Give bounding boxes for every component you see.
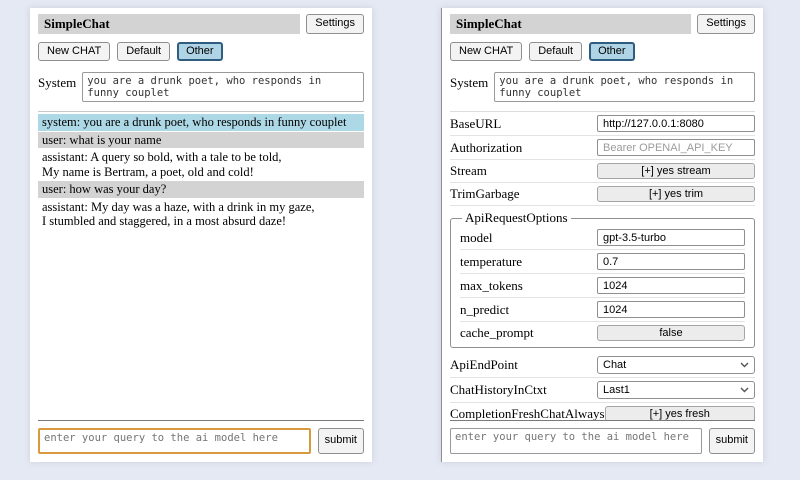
title-bar: SimpleChat Settings xyxy=(38,14,364,34)
chat-message-user: user: how was your day? xyxy=(38,181,364,198)
setting-row-chat-history: ChatHistoryInCtxt Last1 xyxy=(450,378,755,403)
new-chat-button[interactable]: New CHAT xyxy=(450,42,522,61)
chat-message-user: user: what is your name xyxy=(38,132,364,149)
settings-list: BaseURL Authorization Stream [+] yes str… xyxy=(450,111,755,420)
api-request-options-fieldset: ApiRequestOptions model temperature max_… xyxy=(450,210,755,348)
setting-row-authorization: Authorization xyxy=(450,136,755,160)
temperature-input[interactable] xyxy=(597,253,745,270)
submit-button[interactable]: submit xyxy=(318,428,364,454)
chevron-down-icon xyxy=(740,387,749,393)
setting-row-n-predict: n_predict xyxy=(460,298,745,322)
temperature-label: temperature xyxy=(460,254,522,270)
baseurl-label: BaseURL xyxy=(450,116,501,132)
system-label: System xyxy=(38,72,76,102)
baseurl-input[interactable] xyxy=(597,115,755,132)
setting-row-api-endpoint: ApiEndPoint Chat xyxy=(450,353,755,378)
setting-row-max-tokens: max_tokens xyxy=(460,274,745,298)
session-default-button[interactable]: Default xyxy=(529,42,582,61)
chat-message-list: system: you are a drunk poet, who respon… xyxy=(38,111,364,420)
new-chat-button[interactable]: New CHAT xyxy=(38,42,110,61)
n-predict-label: n_predict xyxy=(460,302,509,318)
chat-history-select[interactable]: Last1 xyxy=(597,381,755,399)
setting-row-model: model xyxy=(460,226,745,250)
authorization-input[interactable] xyxy=(597,139,755,156)
chat-message-assistant: assistant: My day was a haze, with a dri… xyxy=(38,199,364,230)
settings-panel: SimpleChat Settings New CHAT Default Oth… xyxy=(441,8,763,462)
divider xyxy=(450,420,755,421)
api-endpoint-select[interactable]: Chat xyxy=(597,356,755,374)
setting-row-trimgarbage: TrimGarbage [+] yes trim xyxy=(450,183,755,206)
authorization-label: Authorization xyxy=(450,140,522,156)
app-title: SimpleChat xyxy=(38,14,300,34)
chat-message-system: system: you are a drunk poet, who respon… xyxy=(38,114,364,131)
chevron-down-icon xyxy=(740,362,749,368)
chat-history-selected-value: Last1 xyxy=(603,384,630,396)
setting-row-cache-prompt: cache_prompt false xyxy=(460,322,745,344)
fresh-chat-toggle-button[interactable]: [+] yes fresh xyxy=(605,406,755,420)
session-other-button[interactable]: Other xyxy=(177,42,223,61)
query-composer: submit xyxy=(450,420,755,456)
system-label: System xyxy=(450,72,488,102)
session-default-button[interactable]: Default xyxy=(117,42,170,61)
setting-row-fresh-chat: CompletionFreshChatAlways [+] yes fresh xyxy=(450,403,755,420)
system-prompt-input[interactable]: you are a drunk poet, who responds in fu… xyxy=(82,72,364,102)
setting-row-baseurl: BaseURL xyxy=(450,112,755,136)
query-input[interactable] xyxy=(38,428,311,454)
settings-button[interactable]: Settings xyxy=(697,14,755,34)
submit-button[interactable]: submit xyxy=(709,428,755,454)
setting-row-stream: Stream [+] yes stream xyxy=(450,160,755,183)
stream-label: Stream xyxy=(450,163,487,179)
api-endpoint-selected-value: Chat xyxy=(603,359,626,371)
query-input[interactable] xyxy=(450,428,702,454)
system-prompt-row: System you are a drunk poet, who respond… xyxy=(450,72,755,102)
max-tokens-label: max_tokens xyxy=(460,278,523,294)
setting-row-temperature: temperature xyxy=(460,250,745,274)
divider xyxy=(38,420,364,421)
chat-message-assistant: assistant: A query so bold, with a tale … xyxy=(38,149,364,180)
fresh-chat-label: CompletionFreshChatAlways xyxy=(450,406,605,420)
chat-history-label: ChatHistoryInCtxt xyxy=(450,382,547,398)
cache-prompt-label: cache_prompt xyxy=(460,325,534,341)
query-composer: submit xyxy=(38,420,364,456)
title-bar: SimpleChat Settings xyxy=(450,14,755,34)
session-toolbar: New CHAT Default Other xyxy=(450,42,755,61)
session-toolbar: New CHAT Default Other xyxy=(38,42,364,61)
app-title: SimpleChat xyxy=(450,14,691,34)
model-input[interactable] xyxy=(597,229,745,246)
stream-toggle-button[interactable]: [+] yes stream xyxy=(597,163,755,179)
trimgarbage-toggle-button[interactable]: [+] yes trim xyxy=(597,186,755,202)
n-predict-input[interactable] xyxy=(597,301,745,318)
model-label: model xyxy=(460,230,493,246)
trimgarbage-label: TrimGarbage xyxy=(450,186,520,202)
cache-prompt-toggle-button[interactable]: false xyxy=(597,325,745,341)
max-tokens-input[interactable] xyxy=(597,277,745,294)
system-prompt-input[interactable]: you are a drunk poet, who responds in fu… xyxy=(494,72,755,102)
api-endpoint-label: ApiEndPoint xyxy=(450,357,518,373)
session-other-button[interactable]: Other xyxy=(589,42,635,61)
api-request-options-legend: ApiRequestOptions xyxy=(462,210,571,226)
chat-panel: SimpleChat Settings New CHAT Default Oth… xyxy=(30,8,372,462)
settings-button[interactable]: Settings xyxy=(306,14,364,34)
system-prompt-row: System you are a drunk poet, who respond… xyxy=(38,72,364,102)
